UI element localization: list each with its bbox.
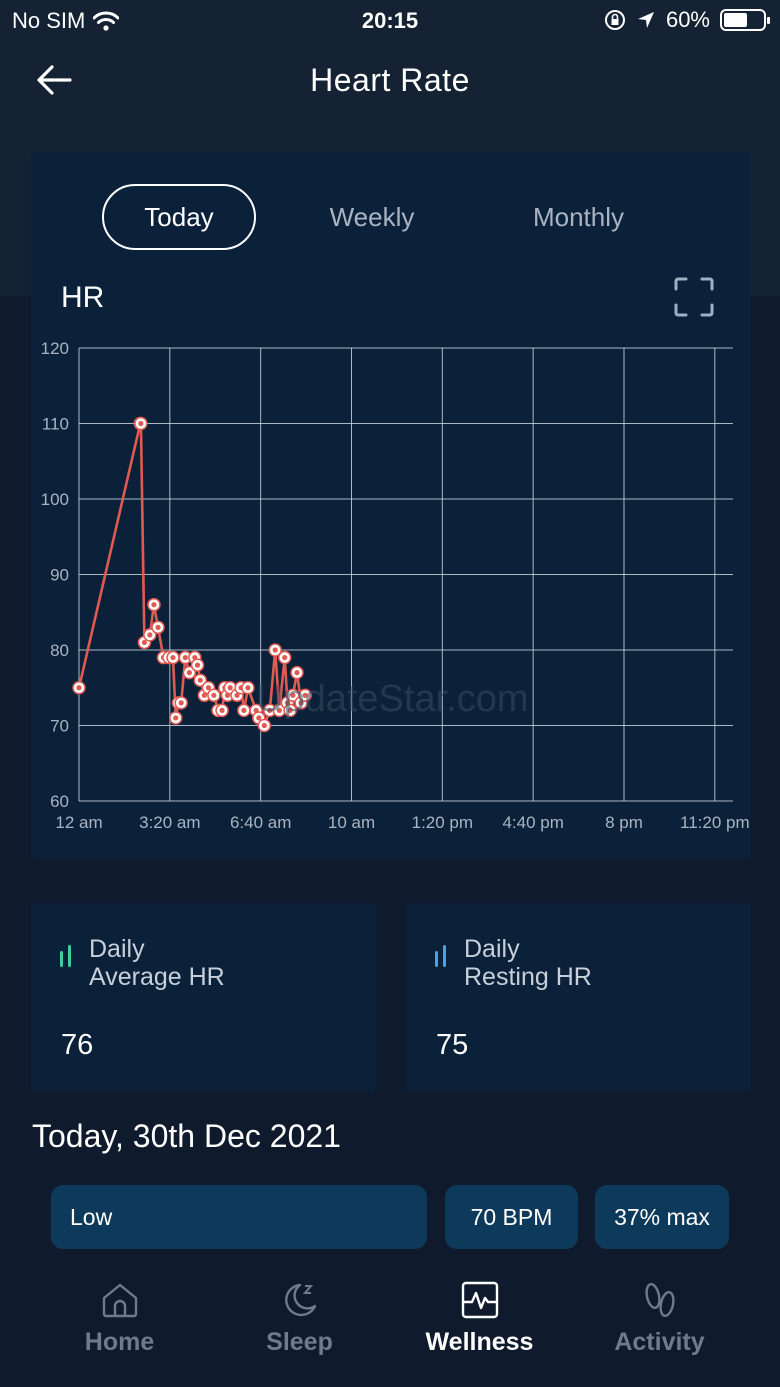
average-hr-card: Daily Average HR 76 [31, 903, 375, 1091]
nav-sleep-label: Sleep [266, 1328, 333, 1356]
nav-home[interactable]: Home [22, 1270, 217, 1380]
resting-hr-label-line2: Resting HR [464, 963, 592, 991]
location-arrow-icon [637, 12, 654, 28]
y-tick-label: 60 [50, 792, 69, 811]
x-tick-label: 11:20 pm [680, 813, 750, 832]
hr-data-point [151, 620, 165, 635]
y-tick-label: 70 [50, 717, 69, 736]
y-tick-label: 100 [41, 490, 69, 509]
resting-hr-label: Daily Resting HR [464, 935, 724, 991]
date-heading: Today, 30th Dec 2021 [32, 1118, 341, 1154]
resting-hr-label-line1: Daily [464, 935, 520, 963]
battery-icon [720, 9, 770, 31]
average-hr-label: Daily Average HR [89, 935, 349, 991]
x-tick-label: 12 am [55, 813, 102, 832]
hr-data-point [174, 696, 188, 710]
x-tick-label: 3:20 am [139, 813, 200, 832]
status-right: 60% [604, 7, 770, 33]
hr-data-point [207, 688, 221, 703]
resting-hr-value: 75 [436, 1029, 469, 1061]
chart-card: Today Weekly Monthly HR 120 110 100 90 80 70 6… [31, 153, 750, 859]
x-tick-label: 4:40 pm [502, 813, 563, 832]
nav-sleep[interactable]: Sleep [202, 1270, 397, 1380]
x-tick-label: 10 am [328, 813, 375, 832]
hr-data-point [277, 650, 292, 665]
hr-data-point [134, 416, 148, 431]
chart-grid [78, 347, 733, 802]
hr-data-point [215, 703, 229, 718]
x-tick-label: 8 pm [605, 813, 643, 832]
hr-data-point [147, 597, 161, 612]
battery-fill [724, 13, 747, 27]
y-tick-label: 90 [50, 566, 69, 585]
status-bar: No SIM 20:15 60% [0, 0, 780, 40]
hr-data-point [190, 658, 205, 672]
average-hr-label-line1: Daily [89, 935, 145, 963]
nav-header: Heart Rate [0, 50, 780, 110]
hr-data-point [72, 681, 86, 695]
nav-wellness[interactable]: Wellness [382, 1270, 577, 1380]
resting-hr-card: Daily Resting HR 75 [406, 903, 750, 1091]
hr-data-point [241, 681, 255, 695]
watermark: UpdateStar.com [256, 678, 528, 720]
hr-data-point [168, 711, 183, 725]
wellness-icon [461, 1281, 499, 1319]
heart-rate-chart: 120 110 100 90 80 70 60 12 am 3:20 am 6:40 am 10 … [41, 339, 750, 832]
sleep-icon [285, 1283, 317, 1317]
y-axis-ticks: 120 110 100 90 80 70 60 [41, 339, 69, 811]
average-hr-label-line2: Average HR [89, 963, 225, 991]
y-tick-label: 110 [42, 415, 69, 434]
average-hr-value: 76 [61, 1029, 94, 1061]
home-icon [102, 1283, 138, 1318]
bottom-nav: Home Sleep Wellness Activity [0, 1270, 780, 1387]
nav-home-label: Home [84, 1328, 155, 1356]
x-tick-label: 6:40 am [230, 813, 291, 832]
zone-pill[interactable]: Low [51, 1185, 427, 1249]
x-axis-ticks: 12 am 3:20 am 6:40 am 10 am 1:20 pm 4:40 pm 8 … [55, 813, 749, 832]
bars-icon [435, 945, 446, 967]
max-pill[interactable]: 37% max [595, 1185, 729, 1249]
hr-data-point [257, 718, 272, 733]
bpm-pill[interactable]: 70 BPM [445, 1185, 578, 1249]
battery-percent: 60% [665, 7, 710, 32]
hr-data-point [290, 665, 304, 680]
activity-icon [645, 1282, 675, 1318]
orientation-lock-icon [604, 10, 625, 30]
nav-wellness-label: Wellness [425, 1328, 534, 1356]
x-tick-label: 1:20 pm [412, 813, 473, 832]
y-tick-label: 120 [41, 339, 69, 358]
nav-activity-label: Activity [614, 1328, 705, 1356]
y-tick-label: 80 [50, 641, 69, 660]
bars-icon [60, 945, 71, 967]
hr-data-point [237, 703, 251, 718]
hr-data-point [166, 650, 180, 665]
page-title: Heart Rate [310, 62, 470, 98]
nav-activity[interactable]: Activity [562, 1270, 757, 1380]
